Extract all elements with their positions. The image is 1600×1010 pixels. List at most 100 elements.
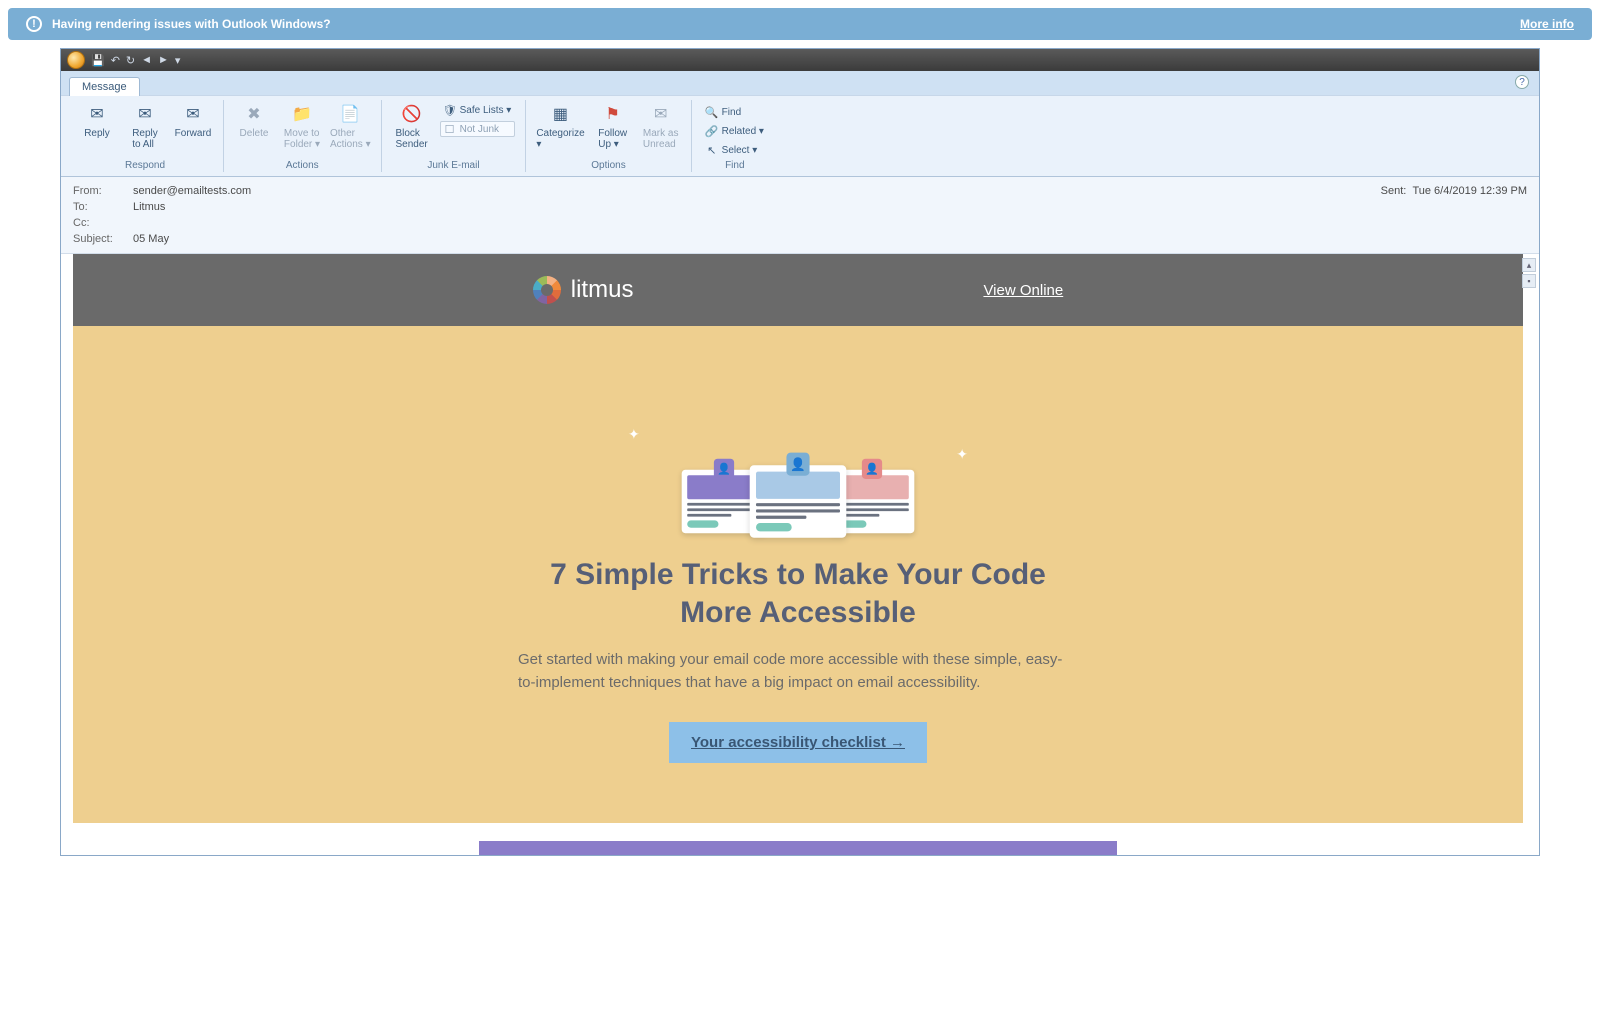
shield-icon: 🛡 bbox=[444, 104, 456, 116]
group-find-label: Find bbox=[692, 160, 778, 171]
from-value: sender@emailtests.com bbox=[133, 185, 251, 197]
find-label: Find bbox=[722, 107, 741, 118]
reply-all-button[interactable]: ✉ Reply to All bbox=[125, 102, 165, 150]
forward-label: Forward bbox=[175, 128, 212, 139]
select-label: Select ▾ bbox=[722, 145, 758, 156]
ribbon-tabs: Message ? bbox=[61, 71, 1539, 95]
email-content: ✦ 👤 👤 👤 bbox=[73, 326, 1523, 823]
follow-up-label: Follow Up ▾ bbox=[598, 128, 627, 150]
reply-all-label: Reply to All bbox=[132, 128, 158, 150]
sent-key: Sent: bbox=[1381, 185, 1407, 197]
title-bar: 💾 ↶ ↻ ◄ ► ▾ bbox=[61, 49, 1539, 71]
group-junk: 🚫 Block Sender 🛡 Safe Lists ▾ ☐ Not Junk… bbox=[382, 100, 527, 172]
other-actions-button[interactable]: 📄 Other Actions ▾ bbox=[330, 102, 371, 150]
safe-lists-button[interactable]: 🛡 Safe Lists ▾ bbox=[440, 102, 516, 118]
envelope-icon: ✉ bbox=[649, 102, 673, 126]
safe-lists-label: Safe Lists ▾ bbox=[460, 105, 512, 116]
group-actions: ✖ Delete 📁 Move to Folder ▾ 📄 Other Acti… bbox=[224, 100, 382, 172]
help-icon[interactable]: ? bbox=[1515, 75, 1529, 89]
delete-label: Delete bbox=[240, 128, 269, 139]
categorize-label: Categorize ▾ bbox=[536, 128, 584, 150]
hero-illustration: ✦ 👤 👤 👤 bbox=[213, 366, 1383, 536]
select-button[interactable]: ↖ Select ▾ bbox=[702, 142, 768, 158]
prev-icon[interactable]: ◄ bbox=[141, 54, 152, 67]
person-icon: 👤 bbox=[786, 453, 809, 476]
group-respond-label: Respond bbox=[67, 160, 223, 171]
divider bbox=[479, 841, 1117, 855]
related-button[interactable]: 🔗 Related ▾ bbox=[702, 123, 768, 139]
outlook-window: 💾 ↶ ↻ ◄ ► ▾ Message ? ✉ Reply ✉ Reply to… bbox=[60, 48, 1540, 856]
forward-button[interactable]: ✉ Forward bbox=[173, 102, 213, 139]
forward-icon: ✉ bbox=[181, 102, 205, 126]
block-label: Block Sender bbox=[395, 128, 427, 150]
undo-icon[interactable]: ↶ bbox=[111, 54, 120, 67]
mark-unread-button[interactable]: ✉ Mark as Unread bbox=[641, 102, 681, 150]
scroll-handle[interactable]: ▪ bbox=[1522, 274, 1536, 288]
notification-banner: ! Having rendering issues with Outlook W… bbox=[8, 8, 1592, 40]
email-header: litmus View Online bbox=[73, 254, 1523, 326]
categorize-button[interactable]: ▦ Categorize ▾ bbox=[536, 102, 584, 150]
flag-icon: ⚑ bbox=[601, 102, 625, 126]
ribbon: ✉ Reply ✉ Reply to All ✉ Forward Respond… bbox=[61, 95, 1539, 177]
email-subtitle: Get started with making your email code … bbox=[518, 649, 1078, 694]
other-label: Other Actions ▾ bbox=[330, 128, 371, 150]
more-info-link[interactable]: More info bbox=[1520, 17, 1574, 31]
sparkle-icon: ✦ bbox=[628, 426, 640, 443]
block-sender-button[interactable]: 🚫 Block Sender bbox=[392, 102, 432, 150]
delete-icon: ✖ bbox=[242, 102, 266, 126]
reply-icon: ✉ bbox=[85, 102, 109, 126]
reply-all-icon: ✉ bbox=[133, 102, 157, 126]
sparkle-icon: ✦ bbox=[956, 446, 968, 463]
group-options-label: Options bbox=[526, 160, 690, 171]
cursor-icon: ↖ bbox=[706, 144, 718, 156]
sent-value: Tue 6/4/2019 12:39 PM bbox=[1412, 185, 1527, 197]
group-actions-label: Actions bbox=[224, 160, 381, 171]
related-label: Related ▾ bbox=[722, 126, 764, 137]
to-key: To: bbox=[73, 201, 133, 213]
scrollbar[interactable]: ▴ ▪ bbox=[1522, 258, 1536, 288]
message-headers: From: sender@emailtests.com Sent: Tue 6/… bbox=[61, 177, 1539, 254]
find-button[interactable]: 🔍 Find bbox=[702, 104, 768, 120]
not-junk-button[interactable]: ☐ Not Junk bbox=[440, 121, 516, 137]
not-junk-label: Not Junk bbox=[460, 124, 499, 135]
delete-button[interactable]: ✖ Delete bbox=[234, 102, 274, 139]
block-icon: 🚫 bbox=[400, 102, 424, 126]
info-icon: ! bbox=[26, 16, 42, 32]
to-value: Litmus bbox=[133, 201, 165, 213]
profile-avatar[interactable] bbox=[67, 51, 85, 69]
follow-up-button[interactable]: ⚑ Follow Up ▾ bbox=[593, 102, 633, 150]
qat-dropdown-icon[interactable]: ▾ bbox=[175, 54, 181, 67]
folder-icon: 📁 bbox=[290, 102, 314, 126]
subject-value: 05 May bbox=[133, 233, 169, 245]
reply-button[interactable]: ✉ Reply bbox=[77, 102, 117, 139]
tab-message[interactable]: Message bbox=[69, 77, 140, 96]
save-icon[interactable]: 💾 bbox=[91, 54, 105, 67]
redo-icon[interactable]: ↻ bbox=[126, 54, 135, 67]
from-key: From: bbox=[73, 185, 133, 197]
move-to-folder-button[interactable]: 📁 Move to Folder ▾ bbox=[282, 102, 322, 150]
subject-key: Subject: bbox=[73, 233, 133, 245]
email-title: 7 Simple Tricks to Make Your Code More A… bbox=[528, 556, 1068, 631]
related-icon: 🔗 bbox=[706, 125, 718, 137]
litmus-logo: litmus bbox=[533, 276, 634, 304]
move-label: Move to Folder ▾ bbox=[284, 128, 320, 150]
group-respond: ✉ Reply ✉ Reply to All ✉ Forward Respond bbox=[67, 100, 224, 172]
message-body: ▴ ▪ litmus View Online ✦ 👤 bbox=[61, 254, 1539, 855]
scroll-up-icon[interactable]: ▴ bbox=[1522, 258, 1536, 272]
brand-name: litmus bbox=[571, 276, 634, 304]
categorize-icon: ▦ bbox=[548, 102, 572, 126]
banner-message: Having rendering issues with Outlook Win… bbox=[52, 17, 331, 31]
person-icon: 👤 bbox=[714, 459, 734, 479]
page-icon: 📄 bbox=[338, 102, 362, 126]
cta-button[interactable]: Your accessibility checklist → bbox=[669, 722, 927, 763]
group-junk-label: Junk E-mail bbox=[382, 160, 526, 171]
group-options: ▦ Categorize ▾ ⚑ Follow Up ▾ ✉ Mark as U… bbox=[526, 100, 691, 172]
not-junk-icon: ☐ bbox=[444, 123, 456, 135]
cc-key: Cc: bbox=[73, 217, 133, 229]
logo-wheel-icon bbox=[533, 276, 561, 304]
view-online-link[interactable]: View Online bbox=[983, 282, 1063, 299]
reply-label: Reply bbox=[84, 128, 110, 139]
mark-unread-label: Mark as Unread bbox=[643, 128, 679, 150]
person-icon: 👤 bbox=[862, 459, 882, 479]
next-icon[interactable]: ► bbox=[158, 54, 169, 67]
